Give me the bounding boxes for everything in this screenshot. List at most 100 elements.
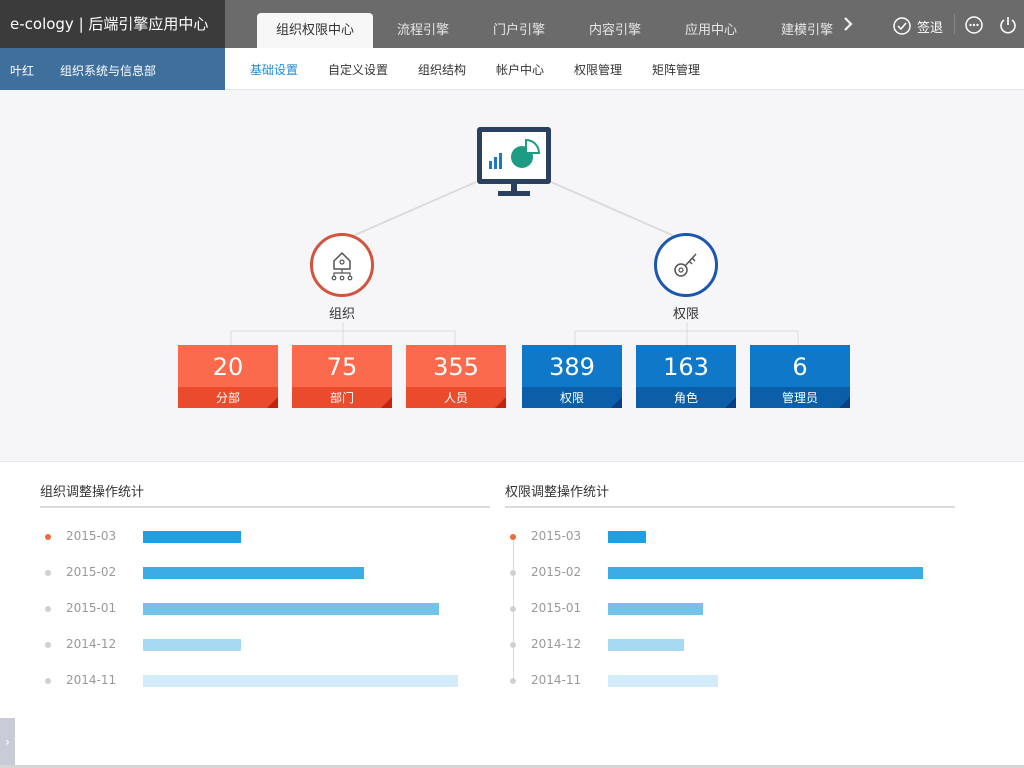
- org-adjustment-stats: 组织调整操作统计 2015-03 2015-02 2015-01 2014-12 201…: [40, 478, 490, 687]
- timeline-dot: [45, 606, 51, 612]
- permission-adjustment-stats: 权限调整操作统计 2015-03 2015-02 2015-01 2014-12 201…: [505, 478, 955, 687]
- sub-navigation: 基础设置 自定义设置 组织结构 帐户中心 权限管理 矩阵管理: [225, 48, 1024, 90]
- stat-bar[interactable]: [143, 639, 241, 651]
- timeline-dot: [510, 534, 516, 540]
- stat-bar[interactable]: [608, 567, 923, 579]
- card-fold: [839, 397, 850, 408]
- stat-row: 2014-11: [40, 671, 490, 691]
- top-header: e-cology | 后端引擎应用中心 组织权限中心 流程引擎 门户引擎 内容引…: [0, 0, 1024, 48]
- stat-date: 2014-12: [66, 637, 117, 651]
- timeline-dot: [45, 642, 51, 648]
- card-branches[interactable]: 20 分部: [178, 345, 278, 408]
- stat-date: 2015-03: [531, 529, 582, 543]
- timeline-dot: [510, 678, 516, 684]
- subnav-permission-management[interactable]: 权限管理: [574, 48, 622, 90]
- user-name[interactable]: 叶红: [10, 48, 34, 94]
- stat-bar[interactable]: [143, 531, 241, 543]
- card-fold: [267, 397, 278, 408]
- stat-bar[interactable]: [143, 675, 458, 687]
- permission-node[interactable]: [654, 233, 718, 297]
- org-structure-icon: [331, 252, 353, 281]
- stat-bar[interactable]: [143, 603, 439, 615]
- card-fold: [495, 397, 506, 408]
- stat-title: 权限调整操作统计: [505, 478, 955, 508]
- stat-bar[interactable]: [143, 567, 364, 579]
- card-fold: [381, 397, 392, 408]
- timeline-dot: [45, 678, 51, 684]
- stat-row: 2015-03: [40, 527, 490, 547]
- tab-modeling-engine[interactable]: 建模引擎: [759, 0, 855, 48]
- stat-date: 2015-01: [531, 601, 582, 615]
- subnav-matrix-management[interactable]: 矩阵管理: [652, 48, 700, 90]
- stat-date: 2015-02: [531, 565, 582, 579]
- tab-portal-engine[interactable]: 门户引擎: [471, 0, 567, 48]
- stat-row: 2015-03: [505, 527, 955, 547]
- stat-bar[interactable]: [608, 675, 718, 687]
- user-department: 组织系统与信息部: [60, 64, 157, 78]
- stat-date: 2015-03: [66, 529, 117, 543]
- stat-row: 2015-02: [505, 563, 955, 583]
- card-administrators[interactable]: 6 管理员: [750, 345, 850, 408]
- stat-date: 2014-12: [531, 637, 582, 651]
- card-fold: [611, 397, 622, 408]
- dashboard-monitor-icon: [476, 126, 552, 202]
- header-divider: [954, 14, 955, 34]
- tab-org-permission-center[interactable]: 组织权限中心: [257, 13, 373, 48]
- stat-bar[interactable]: [608, 531, 646, 543]
- stat-date: 2014-11: [531, 673, 582, 687]
- card-value: 75: [292, 345, 392, 387]
- card-departments[interactable]: 75 部门: [292, 345, 392, 408]
- signout-label: 签退: [917, 20, 944, 36]
- stat-date: 2015-01: [66, 601, 117, 615]
- subnav-org-structure[interactable]: 组织结构: [418, 48, 466, 90]
- stat-row: 2015-01: [40, 599, 490, 619]
- stat-date: 2015-02: [66, 565, 117, 579]
- card-label: 人员: [406, 387, 506, 408]
- stat-bar[interactable]: [608, 603, 703, 615]
- user-bar: 叶红 组织系统与信息部: [0, 48, 225, 90]
- main-tabs: 组织权限中心 流程引擎 门户引擎 内容引擎 应用中心 建模引擎: [257, 0, 855, 48]
- tab-content-engine[interactable]: 内容引擎: [567, 0, 663, 48]
- org-node[interactable]: [310, 233, 374, 297]
- card-permissions[interactable]: 389 权限: [522, 345, 622, 408]
- org-label: 组织: [328, 307, 355, 322]
- sidebar-expand-toggle[interactable]: ›: [0, 718, 15, 766]
- timeline-dot: [510, 642, 516, 648]
- power-icon[interactable]: [998, 15, 1018, 35]
- card-personnel[interactable]: 355 人员: [406, 345, 506, 408]
- tab-app-center[interactable]: 应用中心: [663, 0, 759, 48]
- chevron-right-icon[interactable]: [842, 14, 858, 34]
- key-icon: [674, 253, 697, 277]
- card-roles[interactable]: 163 角色: [636, 345, 736, 408]
- permission-label: 权限: [672, 307, 699, 322]
- subnav-basic-settings[interactable]: 基础设置: [250, 48, 298, 90]
- timeline-dot: [45, 570, 51, 576]
- card-value: 20: [178, 345, 278, 387]
- card-label: 分部: [178, 387, 278, 408]
- stat-row: 2015-02: [40, 563, 490, 583]
- timeline-dot: [510, 606, 516, 612]
- card-value: 163: [636, 345, 736, 387]
- signout-button[interactable]: 签退: [892, 16, 943, 36]
- tab-workflow-engine[interactable]: 流程引擎: [375, 0, 471, 48]
- brand-title: e-cology | 后端引擎应用中心: [0, 0, 225, 48]
- stat-row: 2014-12: [40, 635, 490, 655]
- card-value: 389: [522, 345, 622, 387]
- card-fold: [725, 397, 736, 408]
- check-circle-icon: [893, 17, 911, 35]
- stat-date: 2014-11: [66, 673, 117, 687]
- subnav-account-center[interactable]: 帐户中心: [496, 48, 544, 90]
- card-label: 管理员: [750, 387, 850, 408]
- card-label: 部门: [292, 387, 392, 408]
- card-label: 权限: [522, 387, 622, 408]
- more-icon[interactable]: [964, 15, 984, 35]
- card-value: 355: [406, 345, 506, 387]
- overview-panel: 组织 权限 20 分部 75 部门 355 人员 389 权限 163 角色 6: [0, 90, 1024, 462]
- timeline-dot: [45, 534, 51, 540]
- card-value: 6: [750, 345, 850, 387]
- subnav-custom-settings[interactable]: 自定义设置: [328, 48, 388, 90]
- card-label: 角色: [636, 387, 736, 408]
- stat-row: 2014-11: [505, 671, 955, 691]
- stat-bar[interactable]: [608, 639, 684, 651]
- stat-row: 2015-01: [505, 599, 955, 619]
